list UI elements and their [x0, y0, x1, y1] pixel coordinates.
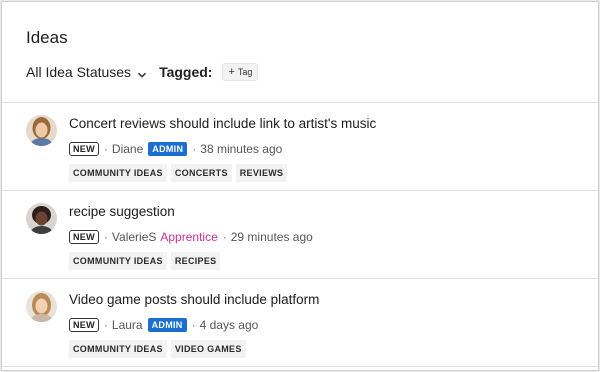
timestamp: 38 minutes ago — [200, 142, 283, 156]
new-badge: NEW — [69, 142, 99, 156]
status-filter-dropdown[interactable]: All Idea Statuses — [26, 64, 147, 80]
ideas-header: Ideas All Idea Statuses Tagged: + Tag — [2, 2, 598, 82]
plus-icon: + — [228, 66, 235, 78]
author-link[interactable]: ValerieS — [112, 230, 156, 244]
status-filter-label: All Idea Statuses — [26, 64, 132, 80]
ideas-panel: Ideas All Idea Statuses Tagged: + Tag Co… — [1, 1, 599, 371]
tag-chip[interactable]: RECIPES — [170, 252, 221, 270]
tag-chip[interactable]: VIDEO GAMES — [170, 340, 246, 358]
separator-dot: · — [103, 230, 108, 244]
idea-title-link[interactable]: Concert reviews should include link to a… — [69, 116, 376, 131]
add-tag-label: Tag — [237, 67, 253, 77]
new-badge: NEW — [69, 318, 99, 332]
admin-badge: ADMIN — [147, 318, 187, 332]
author-link[interactable]: Diane — [112, 142, 143, 156]
tag-chip[interactable]: COMMUNITY IDEAS — [69, 164, 167, 182]
timestamp: 29 minutes ago — [230, 230, 313, 244]
idea-meta: NEW · ValerieS Apprentice · 29 minutes a… — [69, 230, 313, 244]
tag-list: COMMUNITY IDEAS RECIPES — [69, 252, 313, 270]
tag-chip[interactable]: COMMUNITY IDEAS — [69, 340, 167, 358]
idea-title-link[interactable]: recipe suggestion — [69, 204, 313, 219]
tag-chip[interactable]: COMMUNITY IDEAS — [69, 252, 167, 270]
admin-badge: ADMIN — [148, 142, 188, 156]
idea-meta: NEW · Laura ADMIN · 4 days ago — [69, 318, 319, 332]
avatar[interactable] — [26, 203, 57, 234]
filter-bar: All Idea Statuses Tagged: + Tag — [26, 62, 574, 82]
page-title: Ideas — [26, 28, 68, 47]
tagged-label: Tagged: — [159, 64, 213, 80]
separator-dot: · — [103, 318, 108, 332]
list-item: recipe suggestion NEW · ValerieS Apprent… — [2, 191, 598, 279]
chevron-down-icon — [137, 67, 147, 78]
apprentice-role: Apprentice — [160, 230, 218, 244]
idea-title-link[interactable]: Video game posts should include platform — [69, 292, 319, 307]
tag-chip[interactable]: CONCERTS — [170, 164, 232, 182]
add-tag-button[interactable]: + Tag — [222, 63, 259, 81]
ideas-list: Concert reviews should include link to a… — [2, 103, 598, 367]
avatar[interactable] — [26, 115, 57, 146]
separator-dot: · — [222, 230, 227, 244]
tag-list: COMMUNITY IDEAS CONCERTS REVIEWS — [69, 164, 376, 182]
author-link[interactable]: Laura — [112, 318, 143, 332]
separator-dot: · — [191, 318, 196, 332]
list-item: Video game posts should include platform… — [2, 279, 598, 367]
avatar[interactable] — [26, 291, 57, 322]
timestamp: 4 days ago — [199, 318, 259, 332]
separator-dot: · — [192, 142, 197, 156]
separator-dot: · — [103, 142, 108, 156]
tag-list: COMMUNITY IDEAS VIDEO GAMES — [69, 340, 319, 358]
idea-meta: NEW · Diane ADMIN · 38 minutes ago — [69, 142, 376, 156]
list-item: Concert reviews should include link to a… — [2, 103, 598, 191]
tag-chip[interactable]: REVIEWS — [235, 164, 288, 182]
new-badge: NEW — [69, 230, 99, 244]
